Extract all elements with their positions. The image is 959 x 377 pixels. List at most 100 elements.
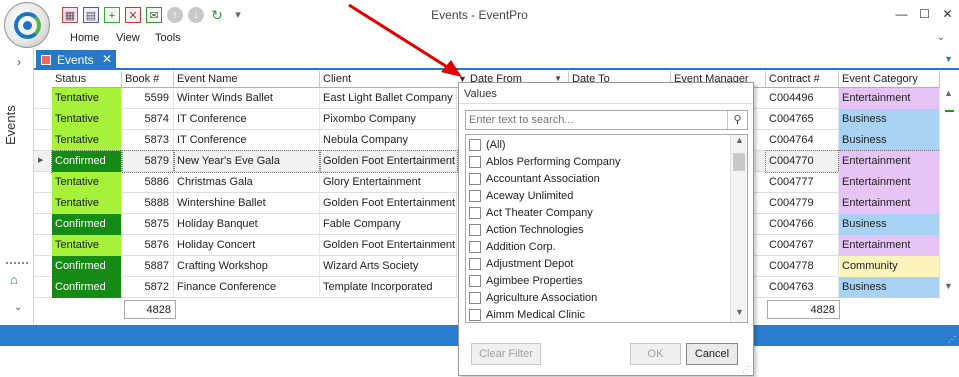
- ok-button[interactable]: OK: [630, 343, 681, 365]
- contract-cell[interactable]: C004767: [766, 235, 839, 256]
- event-category-cell[interactable]: Community: [839, 256, 940, 277]
- book-number-cell[interactable]: 5879: [121, 150, 175, 173]
- minimize-icon[interactable]: —: [890, 0, 913, 30]
- maximize-icon[interactable]: ☐: [913, 0, 936, 30]
- checkbox[interactable]: [469, 291, 481, 304]
- filter-value-item[interactable]: Ablos Performing Company: [469, 153, 621, 170]
- status-cell[interactable]: Tentative: [52, 130, 122, 151]
- tab-events[interactable]: Events ✕: [36, 50, 116, 70]
- client-cell[interactable]: Glory Entertainment: [320, 172, 457, 193]
- contract-cell[interactable]: C004764: [766, 130, 839, 151]
- contract-cell[interactable]: C004777: [766, 172, 839, 193]
- nav-splitter-grip[interactable]: [6, 262, 28, 264]
- menu-tools[interactable]: Tools: [155, 32, 181, 44]
- status-cell[interactable]: Tentative: [52, 172, 122, 193]
- checkbox[interactable]: [469, 138, 481, 151]
- nav-expand-chevron-icon[interactable]: ›: [17, 55, 21, 69]
- status-cell[interactable]: Confirmed: [52, 277, 122, 298]
- scroll-down-icon[interactable]: ▼: [944, 281, 953, 291]
- popup-resize-grip-icon[interactable]: ⋰: [742, 365, 750, 374]
- values-list-scrollbar[interactable]: ▲ ▼: [730, 135, 747, 322]
- contract-cell[interactable]: C004765: [766, 109, 839, 130]
- client-cell[interactable]: Pixombo Company: [320, 109, 457, 130]
- contract-cell[interactable]: C004763: [766, 277, 839, 298]
- client-cell[interactable]: Golden Foot Entertainment: [320, 193, 457, 214]
- column-header-client[interactable]: Client: [320, 71, 467, 88]
- filter-value-item[interactable]: Act Theater Company: [469, 204, 593, 221]
- status-cell[interactable]: Tentative: [52, 109, 122, 130]
- filter-value-item[interactable]: Agimbee Properties: [469, 272, 583, 289]
- book-number-cell[interactable]: 5875: [122, 214, 174, 235]
- checkbox[interactable]: [469, 308, 481, 321]
- contract-cell[interactable]: C004766: [766, 214, 839, 235]
- event-name-cell[interactable]: Crafting Workshop: [174, 256, 320, 277]
- menu-view[interactable]: View: [116, 32, 140, 44]
- checkbox[interactable]: [469, 172, 481, 185]
- status-cell[interactable]: Tentative: [52, 88, 122, 109]
- grid-vertical-scrollbar[interactable]: ▲ ▼: [940, 88, 958, 297]
- column-header-contract[interactable]: Contract #: [766, 71, 839, 88]
- nav-down-chevron-icon[interactable]: ⌄: [14, 302, 22, 313]
- event-name-cell[interactable]: IT Conference: [174, 109, 320, 130]
- checkbox[interactable]: [469, 206, 481, 219]
- home-icon[interactable]: ⌂: [10, 272, 18, 287]
- event-category-cell[interactable]: Entertainment: [839, 88, 940, 109]
- contract-cell[interactable]: C004778: [766, 256, 839, 277]
- list-scroll-down-icon[interactable]: ▼: [735, 307, 744, 317]
- filter-value-item[interactable]: Addition Corp.: [469, 238, 556, 255]
- book-number-cell[interactable]: 5887: [122, 256, 174, 277]
- client-cell[interactable]: Wizard Arts Society: [320, 256, 457, 277]
- checkbox[interactable]: [469, 223, 481, 236]
- filter-value-item[interactable]: Agriculture Association: [469, 289, 597, 306]
- client-cell[interactable]: Nebula Company: [320, 130, 457, 151]
- event-name-cell[interactable]: New Year's Eve Gala: [173, 150, 321, 173]
- book-number-cell[interactable]: 5876: [122, 235, 174, 256]
- status-cell[interactable]: Confirmed: [51, 150, 123, 173]
- status-cell[interactable]: Tentative: [52, 235, 122, 256]
- checkbox[interactable]: [469, 189, 481, 202]
- book-number-cell[interactable]: 5872: [122, 277, 174, 298]
- clear-filter-button[interactable]: Clear Filter: [471, 343, 541, 365]
- scroll-thumb[interactable]: [945, 110, 954, 112]
- contract-cell[interactable]: C004770: [765, 150, 840, 173]
- event-name-cell[interactable]: IT Conference: [174, 130, 320, 151]
- resize-grip-icon[interactable]: ⋰: [948, 335, 956, 344]
- event-name-cell[interactable]: Christmas Gala: [174, 172, 320, 193]
- event-category-cell[interactable]: Business: [839, 214, 940, 235]
- contract-cell[interactable]: C004496: [766, 88, 839, 109]
- client-cell[interactable]: Fable Company: [320, 214, 457, 235]
- event-category-cell[interactable]: Entertainment: [839, 172, 940, 193]
- list-scroll-thumb[interactable]: [733, 153, 745, 171]
- column-header-status[interactable]: Status: [52, 71, 122, 88]
- client-cell[interactable]: Golden Foot Entertainment: [319, 150, 458, 173]
- filter-value-item[interactable]: Action Technologies: [469, 221, 584, 238]
- contract-cell[interactable]: C004779: [766, 193, 839, 214]
- column-header-event-category[interactable]: Event Category: [839, 71, 940, 88]
- checkbox[interactable]: [469, 257, 481, 270]
- event-category-cell[interactable]: Business: [839, 277, 940, 298]
- event-category-cell[interactable]: Entertainment: [839, 235, 940, 256]
- filter-value-item[interactable]: Accountant Association: [469, 170, 600, 187]
- event-category-cell[interactable]: Entertainment: [838, 150, 941, 173]
- book-number-cell[interactable]: 5886: [122, 172, 174, 193]
- book-number-cell[interactable]: 5888: [122, 193, 174, 214]
- client-cell[interactable]: East Light Ballet Company: [320, 88, 457, 109]
- event-name-cell[interactable]: Holiday Banquet: [174, 214, 320, 235]
- cancel-button[interactable]: Cancel: [686, 343, 738, 365]
- filter-search-input[interactable]: [466, 111, 728, 129]
- close-icon[interactable]: ✕: [936, 0, 959, 30]
- status-cell[interactable]: Confirmed: [52, 214, 122, 235]
- book-number-cell[interactable]: 5599: [122, 88, 174, 109]
- list-scroll-up-icon[interactable]: ▲: [735, 135, 744, 145]
- event-name-cell[interactable]: Finance Conference: [174, 277, 320, 298]
- checkbox[interactable]: [469, 240, 481, 253]
- event-category-cell[interactable]: Business: [839, 130, 940, 151]
- column-header-book[interactable]: Book #: [122, 71, 174, 88]
- tab-close-icon[interactable]: ✕: [102, 52, 112, 66]
- event-category-cell[interactable]: Business: [839, 109, 940, 130]
- filter-value-item[interactable]: Aimm Medical Clinic: [469, 306, 585, 322]
- event-name-cell[interactable]: Winter Winds Ballet: [174, 88, 320, 109]
- event-name-cell[interactable]: Holiday Concert: [174, 235, 320, 256]
- checkbox[interactable]: [469, 155, 481, 168]
- client-cell[interactable]: Template Incorporated: [320, 277, 457, 298]
